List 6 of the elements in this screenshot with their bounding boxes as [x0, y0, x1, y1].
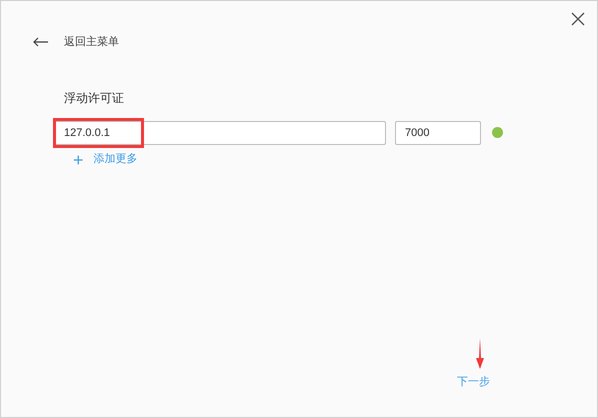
port-field[interactable]: 7000: [395, 120, 481, 144]
back-link[interactable]: 返回主菜单: [64, 34, 119, 50]
section-title: 浮动许可证: [64, 90, 125, 106]
back-arrow-icon[interactable]: [33, 37, 48, 48]
address-field[interactable]: 127.0.0.1: [53, 120, 386, 144]
close-icon[interactable]: [571, 12, 585, 26]
